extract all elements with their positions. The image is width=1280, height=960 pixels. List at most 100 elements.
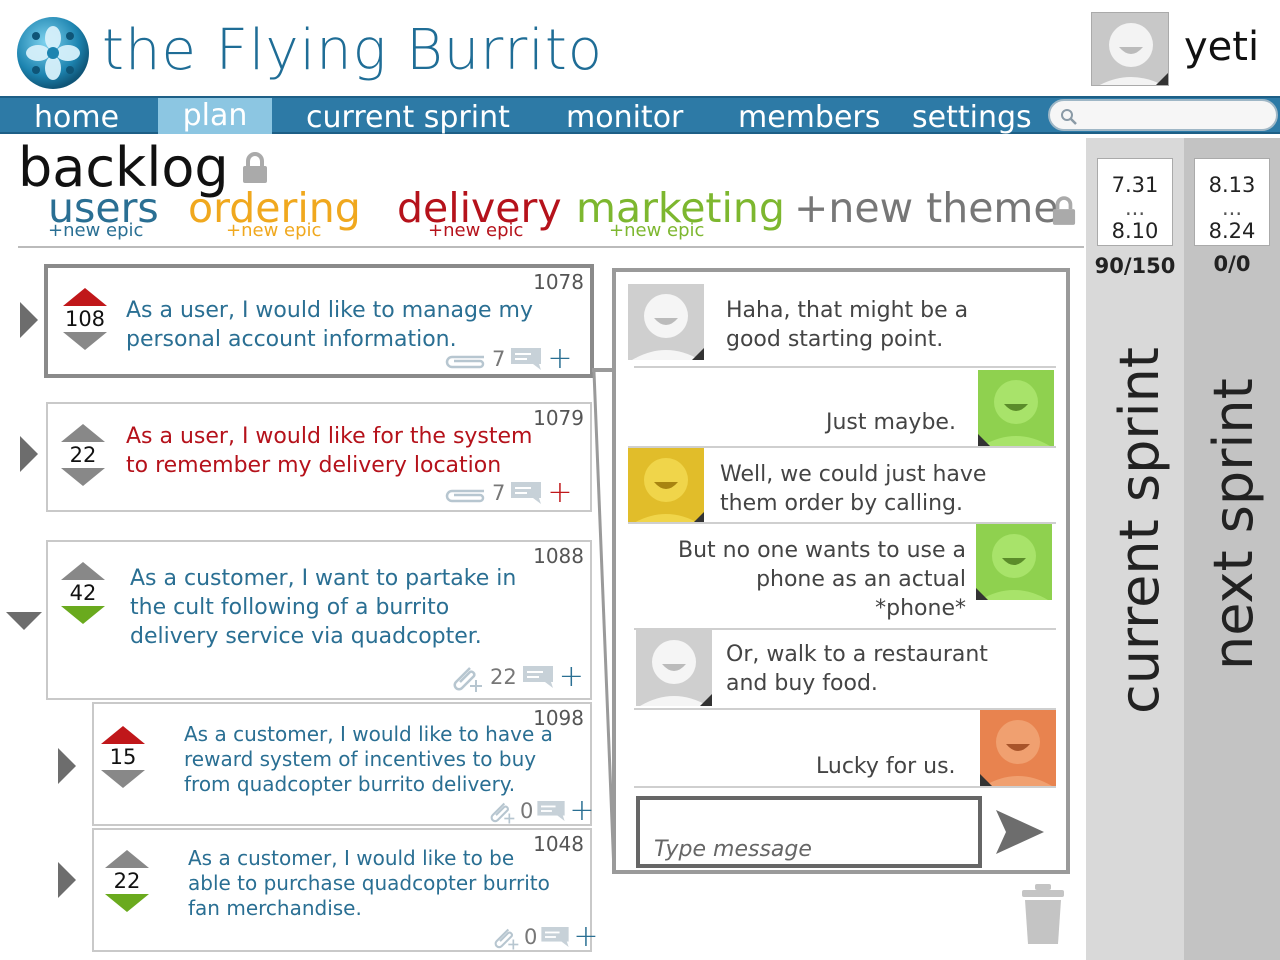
story-footer: 0 + [490,922,599,952]
message-line: But no one wants to use a [678,538,966,563]
expand-story-1079[interactable] [20,436,38,472]
message-input[interactable] [640,800,978,864]
add-task-button[interactable]: + [559,662,584,692]
current-sprint-column[interactable]: 7.31 ... 8.10 90/150 current sprint [1086,138,1184,960]
message-avatar [978,370,1054,446]
username[interactable]: yeti [1184,24,1259,70]
search-icon [1061,109,1077,125]
sprint-date-separator: ... [1124,196,1146,220]
message-text: Well, we could just have them order by c… [720,460,986,518]
send-icon[interactable] [994,808,1046,856]
trash-icon[interactable] [1020,884,1066,946]
new-theme-button[interactable]: +new theme [794,184,1059,232]
paperclip-add-icon[interactable] [490,924,520,950]
message-line: *phone* [875,596,966,621]
paperclip-add-icon[interactable] [448,662,484,692]
nav-plan[interactable]: plan [158,98,272,134]
story-card-1088[interactable]: 1088 42 As a customer, I want to partake… [46,540,592,700]
comment-icon[interactable] [537,801,566,821]
add-task-button[interactable]: + [547,478,572,508]
add-task-button[interactable]: + [569,796,594,826]
expand-story-1098[interactable] [58,748,76,784]
downvote-button[interactable] [61,606,105,624]
story-card-1078[interactable]: 1078 108 As a user, I would like to mana… [44,264,594,378]
message-text: But no one wants to use a phone as an ac… [640,536,966,623]
user-avatar-icon [1099,23,1168,85]
comment-icon[interactable] [511,482,542,504]
paperclip-add-icon[interactable] [486,798,516,824]
story-card-1098[interactable]: 1098 15 As a customer, I would like to h… [92,702,595,826]
new-epic-delivery[interactable]: +new epic [428,220,523,241]
sprint-start-date: 7.31 [1111,173,1159,197]
vote-widget: 22 [60,424,106,486]
theme-divider [18,246,1084,248]
sprint-date-separator: ... [1221,196,1243,220]
sprint-start-date: 8.13 [1208,173,1256,197]
message-avatar [628,284,704,360]
downvote-button[interactable] [105,894,149,912]
story-text-line: As a customer, I want to partake in [130,566,517,591]
message-text: Haha, that might be a good starting poin… [726,296,968,354]
upvote-button[interactable] [63,288,107,306]
collapse-story-1088[interactable] [6,612,42,630]
message-avatar [628,448,704,524]
person-icon [632,294,704,360]
new-epic-users[interactable]: +new epic [48,220,143,241]
comment-icon[interactable] [522,666,553,688]
vote-widget: 108 [62,288,108,350]
vote-widget: 22 [104,850,150,912]
nav-current-sprint[interactable]: current sprint [306,98,510,135]
story-text: As a customer, I want to partake in the … [130,564,516,651]
message-divider [634,366,1056,368]
expand-story-1048[interactable] [58,862,76,898]
story-text-line: from quadcopter burrito delivery. [184,772,516,796]
nav-members[interactable]: members [738,98,880,135]
story-text: As a customer, I would like to be able t… [188,846,550,921]
downvote-button[interactable] [63,332,107,350]
message-avatar [636,630,712,706]
user-avatar[interactable] [1091,12,1169,86]
sprint-end-date: 8.10 [1111,219,1159,243]
vote-count: 22 [69,443,97,467]
downvote-button[interactable] [101,770,145,788]
message-text: Just maybe. [826,408,956,437]
message-line: Haha, that might be a [726,298,969,323]
nav-settings[interactable]: settings [912,98,1032,135]
upvote-button[interactable] [61,424,105,442]
story-id: 1079 [533,406,584,430]
nav-monitor[interactable]: monitor [566,98,683,135]
nav-home[interactable]: home [34,98,119,135]
story-card-1079[interactable]: 1079 22 As a user, I would like for the … [46,402,592,512]
lock-icon[interactable] [242,152,268,184]
paperclip-icon[interactable] [444,349,486,369]
new-epic-marketing[interactable]: +new epic [609,220,704,241]
add-task-button[interactable]: + [547,344,572,374]
comment-count: 0 [520,799,534,823]
theme-lock-icon[interactable] [1052,196,1076,226]
comment-icon[interactable] [511,348,542,370]
add-task-button[interactable]: + [573,922,598,952]
sprint-label: next sprint [1202,378,1265,670]
story-text: As a customer, I would like to have a re… [184,722,553,797]
paperclip-icon[interactable] [444,483,486,503]
new-epic-ordering[interactable]: +new epic [226,220,321,241]
upvote-button[interactable] [105,850,149,868]
person-icon [632,458,704,524]
comment-icon[interactable] [541,927,570,947]
comment-count: 22 [490,665,517,689]
downvote-button[interactable] [61,468,105,486]
story-footer: 0 + [486,796,595,826]
vote-count: 108 [64,307,106,331]
upvote-button[interactable] [101,726,145,744]
story-card-1048[interactable]: 1048 22 As a customer, I would like to b… [92,828,599,952]
vote-count: 42 [69,581,97,605]
expand-story-1078[interactable] [20,302,38,338]
person-icon [980,720,1052,786]
vote-widget: 15 [100,726,146,788]
upvote-button[interactable] [61,562,105,580]
next-sprint-column[interactable]: 8.13 ... 8.24 0/0 next sprint [1184,138,1280,960]
message-line: good starting point. [726,327,944,352]
story-footer: 7 + [444,478,573,508]
story-footer: 7 + [444,344,573,374]
search-input[interactable] [1048,99,1278,131]
